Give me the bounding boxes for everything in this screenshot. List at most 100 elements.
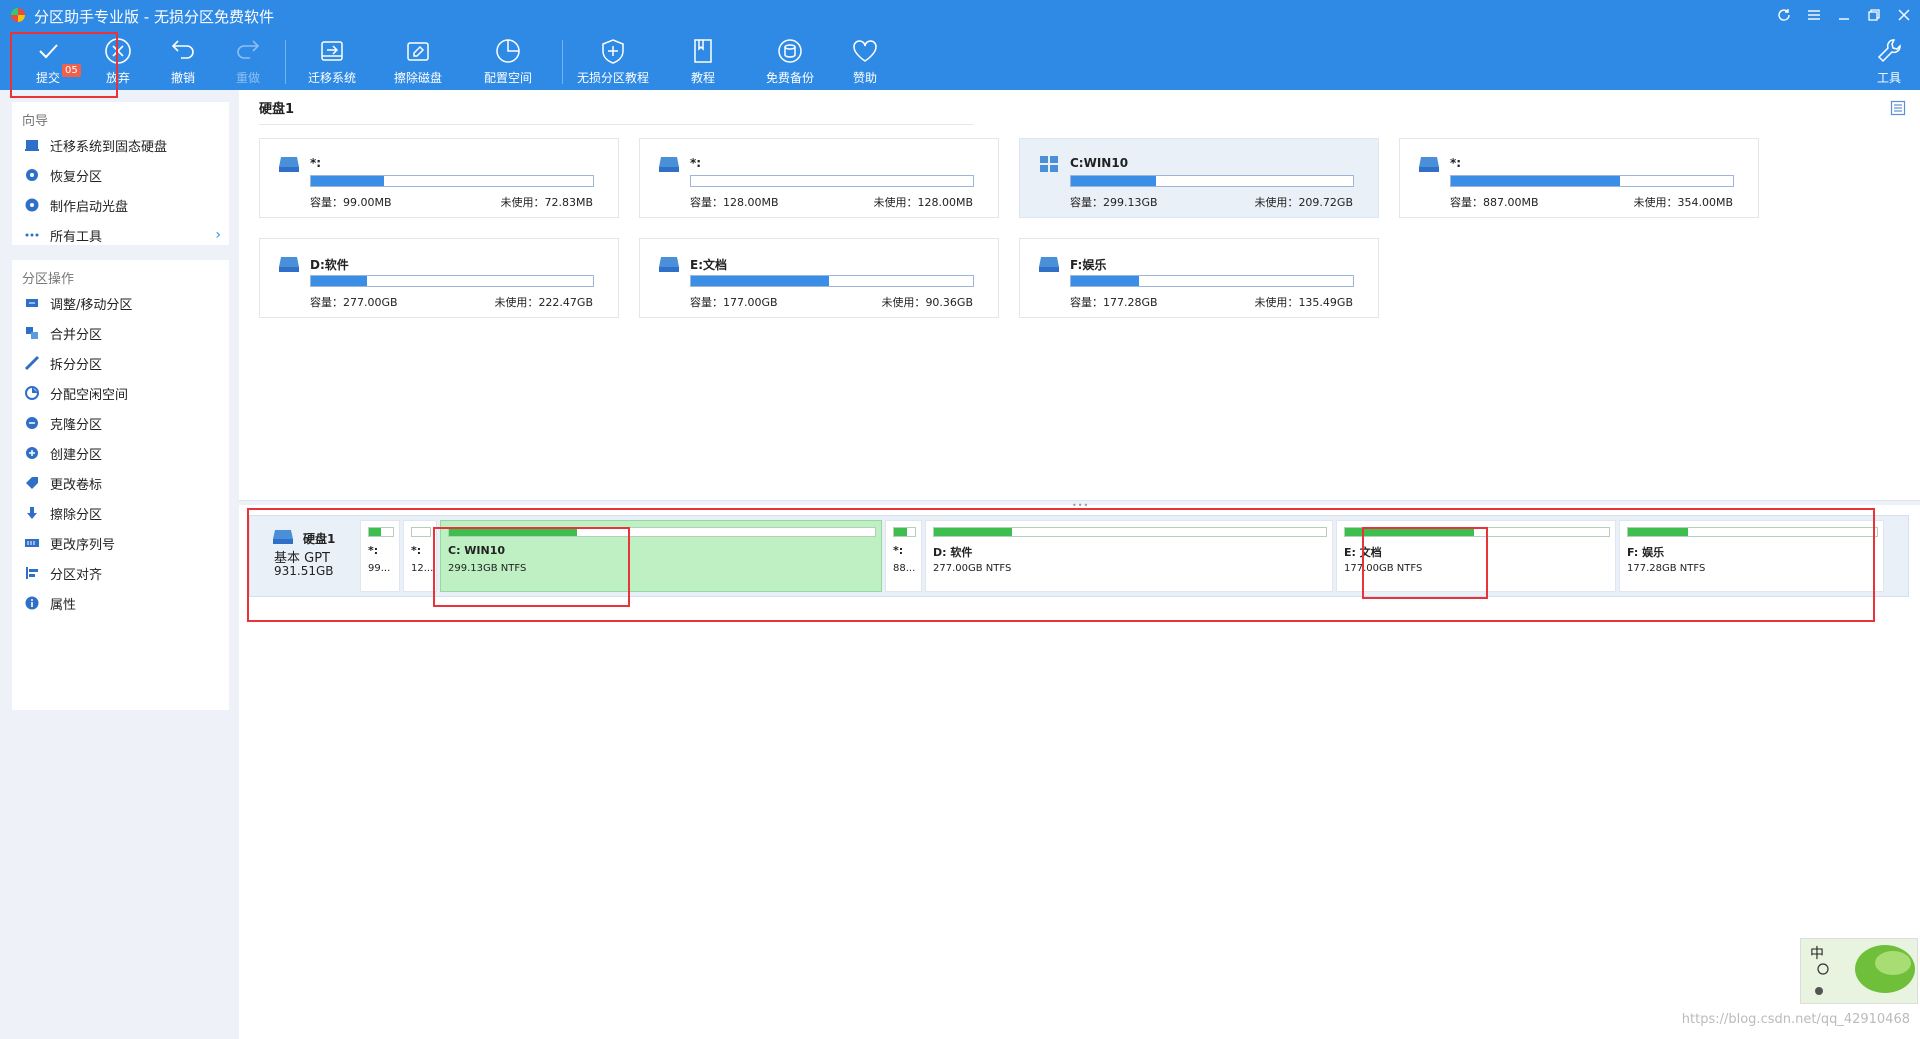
capacity-value: 177.00GB [723,296,778,309]
undo-button[interactable]: 撤销 [165,36,201,88]
capacity-prefix: 容量： [690,196,723,209]
clone-icon [24,415,40,431]
sidebar-item-clone[interactable]: 克隆分区 [12,408,229,438]
sidebar-item-change-label[interactable]: 更改卷标 [12,468,229,498]
redo-button[interactable]: 重做 [230,36,266,88]
disk-info[interactable]: 硬盘1 基本 GPT 931.51GB [254,520,351,592]
sidebar-item-label: 创建分区 [50,447,103,463]
recover-icon [24,167,40,183]
segment-usage-bar [1627,527,1878,537]
segment-info: 177.28GB NTFS [1627,563,1706,574]
free-prefix: 未使用： [873,196,918,209]
capacity-value: 99.00MB [343,196,392,209]
partition-name: E:文档 [690,258,727,272]
serial-icon [24,535,40,551]
usage-bar [1450,175,1734,187]
app-window: 分区助手专业版 - 无损分区免费软件 提交 05 放弃 撤销 重做 迁移系统 擦… [0,0,1920,1039]
segment-label: *: [368,544,379,557]
sidebar-item-all-tools[interactable]: 所有工具 › [12,220,229,250]
wipe-disk-icon [407,42,429,61]
partition-card[interactable]: F:娱乐 容量：177.28GB 未使用：135.49GB [1019,238,1379,318]
partition-segment[interactable]: D: 软件 277.00GB NTFS [925,520,1333,592]
free-text: 未使用：72.83MB [500,194,593,210]
toolbar: 提交 05 放弃 撤销 重做 迁移系统 擦除磁盘 配置空间 无损分区教程 教程 … [0,30,1920,90]
minimize-icon[interactable] [1833,4,1855,26]
backup-icon [778,39,802,63]
sidebar-item-allocate[interactable]: 分配空闲空间 [12,378,229,408]
ime-widget[interactable]: 中 [1800,938,1918,1004]
sidebar-item-label: 调整/移动分区 [50,297,133,313]
partition-card[interactable]: D:软件 容量：277.00GB 未使用：222.47GB [259,238,619,318]
partition-card[interactable]: *: 容量：887.00MB 未使用：354.00MB [1399,138,1759,218]
sidebar-item-align[interactable]: 分区对齐 [12,558,229,588]
partition-segment[interactable]: E: 文档 177.00GB NTFS [1336,520,1616,592]
lossless-tutorial-button[interactable]: 无损分区教程 [575,36,651,88]
wipe-icon [24,505,40,521]
partition-name: *: [310,156,322,170]
partition-card[interactable]: *: 容量：99.00MB 未使用：72.83MB [259,138,619,218]
restore-icon[interactable] [1863,4,1885,26]
drive-icon [279,157,299,172]
sidebar-item-wipe[interactable]: 擦除分区 [12,498,229,528]
close-icon[interactable] [1893,4,1915,26]
partition-segment[interactable]: *: 12... [403,520,437,592]
tools-label: 工具 [1876,71,1901,85]
drive-icon [659,257,679,272]
donate-button[interactable]: 赞助 [850,36,880,88]
wizard-title: 向导 [22,114,49,129]
pane-splitter[interactable]: ••• [239,500,1920,510]
commit-button[interactable]: 提交 [30,36,66,88]
segment-usage-fill [894,528,907,536]
free-backup-button[interactable]: 免费备份 [764,36,816,88]
free-prefix: 未使用： [1633,196,1678,209]
free-text: 未使用：135.49GB [1254,294,1353,310]
partition-card[interactable]: *: 容量：128.00MB 未使用：128.00MB [639,138,999,218]
sidebar-item-recover[interactable]: 恢复分区 [12,160,229,190]
sidebar-item-boot-disc[interactable]: 制作启动光盘 [12,190,229,220]
capacity-value: 128.00MB [723,196,779,209]
partition-segment[interactable]: *: 99... [360,520,400,592]
partition-card[interactable]: E:文档 容量：177.00GB 未使用：90.36GB [639,238,999,318]
sidebar-item-merge[interactable]: 合并分区 [12,318,229,348]
sidebar-item-properties[interactable]: 属性 [12,588,229,618]
drive-icon [1419,157,1439,172]
donate-label: 赞助 [852,71,877,85]
free-text: 未使用：90.36GB [881,294,973,310]
partition-segment[interactable]: F: 娱乐 177.28GB NTFS [1619,520,1884,592]
undo-icon [171,40,194,59]
segment-info: 99... [368,563,391,574]
toolbar-separator [562,40,563,84]
disc-icon [24,197,40,213]
sidebar-item-split[interactable]: 拆分分区 [12,348,229,378]
free-value: 72.83MB [544,196,593,209]
view-toggle-icon[interactable] [1890,100,1906,116]
tools-button[interactable]: 工具 [1874,36,1904,88]
sidebar-item-label: 制作启动光盘 [50,199,129,215]
segment-usage-fill [1345,528,1475,536]
sidebar-item-migrate-ssd[interactable]: 迁移系统到固态硬盘 [12,130,229,160]
wipe-disk-button[interactable]: 擦除磁盘 [392,36,444,88]
menu-icon[interactable] [1803,4,1825,26]
free-value: 354.00MB [1677,196,1733,209]
drive-icon [273,530,293,544]
sidebar-item-resize[interactable]: 调整/移动分区 [12,288,229,318]
migrate-system-button[interactable]: 迁移系统 [306,36,358,88]
capacity-value: 299.13GB [1103,196,1158,209]
partition-card-selected[interactable]: C:WIN10 容量：299.13GB 未使用：209.72GB [1019,138,1379,218]
tutorial-button[interactable]: 教程 [688,36,718,88]
allocate-space-button[interactable]: 配置空间 [482,36,534,88]
sidebar-item-create[interactable]: 创建分区 [12,438,229,468]
sidebar-item-serial[interactable]: 更改序列号 [12,528,229,558]
segment-usage-bar [933,527,1327,537]
sidebar: 向导 迁移系统到固态硬盘 恢复分区 制作启动光盘 所有工具 › 分区操作 调整/… [0,90,239,1039]
segment-info: 12... [411,563,434,574]
refresh-icon[interactable] [1773,4,1795,26]
title-bar: 分区助手专业版 - 无损分区免费软件 [0,0,1920,30]
capacity-prefix: 容量： [690,296,723,309]
partition-segment-selected[interactable]: C: WIN10 299.13GB NTFS [440,520,882,592]
segment-usage-bar [448,527,876,537]
discard-button[interactable]: 放弃 [100,36,136,88]
partition-name: C:WIN10 [1070,156,1129,170]
partition-segment[interactable]: *: 88... [885,520,922,592]
capacity-text: 容量：277.00GB [310,294,398,310]
